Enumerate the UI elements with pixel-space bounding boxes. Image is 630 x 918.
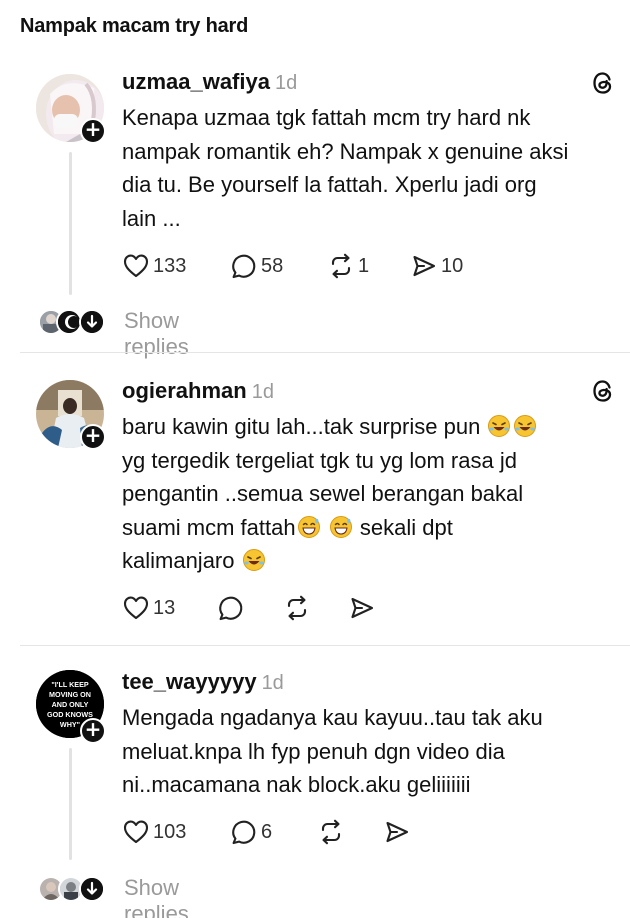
heart-icon	[122, 252, 150, 280]
post-text-segment: suami mcm fattah	[122, 514, 296, 540]
like-button[interactable]: 13	[122, 593, 175, 623]
post-text-line: meluat.knpa lh fyp penuh dgn video dia	[122, 738, 505, 764]
repost-icon	[283, 594, 311, 622]
post-text-line: dia tu. Be yourself la fattah. Xperlu ja…	[122, 172, 537, 197]
repost-icon	[327, 252, 355, 280]
repost-count: 1	[358, 254, 370, 277]
post-text-line: Kenapa uzmaa tgk fattah mcm try hard nk	[122, 105, 531, 130]
post-text-line: nampak romantik eh? Nampak x genuine aks…	[122, 138, 569, 164]
reply-avatar	[79, 876, 105, 902]
heart-icon	[122, 594, 150, 622]
post-text-line: kalimanjaro	[122, 544, 597, 578]
share-icon	[348, 594, 376, 622]
rolling-laughing-emoji	[513, 414, 537, 438]
threads-logo-icon[interactable]	[590, 378, 616, 404]
repost-button[interactable]: 1	[327, 251, 369, 281]
follow-plus-icon[interactable]: +	[80, 718, 106, 744]
post-divider	[20, 352, 630, 353]
comment-button[interactable]: 58	[230, 251, 283, 281]
like-count: 13	[153, 596, 176, 619]
like-count: 133	[153, 254, 187, 277]
thread-line	[69, 748, 72, 860]
post-text-segment: kalimanjaro	[122, 548, 235, 573]
grinning-sweat-emoji	[297, 515, 321, 539]
post-text-line: ni..macamana nak block.aku geliiiiiii	[122, 772, 471, 797]
share-icon	[383, 818, 411, 846]
arrow-down-icon	[81, 311, 103, 333]
username-text[interactable]: tee_wayyyyy	[122, 669, 257, 694]
post-text-line: yg tergedik tergeliat tgk tu yg lom rasa…	[122, 447, 517, 473]
page-title: Nampak macam try hard	[20, 15, 249, 37]
follow-plus-icon[interactable]: +	[80, 424, 106, 450]
repost-button[interactable]	[283, 593, 311, 623]
svg-text:AND ONLY: AND ONLY	[52, 700, 89, 709]
like-button[interactable]: 133	[122, 251, 186, 281]
post-username[interactable]: ogierahman 1d	[122, 378, 274, 404]
threads-logo-icon[interactable]	[590, 70, 616, 96]
comment-icon	[230, 818, 258, 846]
post-text-line: suami mcm fattah sekali dpt	[122, 511, 597, 545]
share-button[interactable]	[348, 593, 376, 623]
post-text-line: pengantin ..semua sewel berangan bakal	[122, 481, 524, 506]
post-username[interactable]: tee_wayyyyy 1d	[122, 669, 284, 695]
follow-plus-icon[interactable]: +	[80, 118, 106, 144]
rolling-laughing-emoji	[242, 548, 266, 572]
share-count: 10	[441, 254, 464, 277]
username-text[interactable]: ogierahman	[122, 378, 247, 403]
share-icon	[410, 252, 438, 280]
share-button[interactable]: 10	[410, 251, 463, 281]
comment-icon	[217, 594, 245, 622]
like-button[interactable]: 103	[122, 817, 186, 847]
share-button[interactable]	[383, 817, 411, 847]
arrow-down-icon	[81, 878, 103, 900]
svg-text:MOVING ON: MOVING ON	[49, 690, 91, 699]
show-replies-link[interactable]: Show replies	[124, 875, 189, 918]
like-count: 103	[153, 820, 187, 843]
comment-button[interactable]: 6	[230, 817, 272, 847]
post-timestamp: 1d	[274, 72, 298, 94]
post-text-line: lain ...	[122, 205, 181, 231]
comment-count: 6	[261, 820, 273, 843]
repost-button[interactable]	[317, 817, 345, 847]
comment-icon	[230, 252, 258, 280]
comment-count: 58	[261, 254, 284, 277]
post-text: Kenapa uzmaa tgk fattah mcm try hard nk …	[122, 101, 597, 235]
rolling-laughing-emoji	[487, 414, 511, 438]
comment-button[interactable]	[217, 593, 245, 623]
post-divider	[20, 645, 630, 646]
post-text-line: Mengada ngadanya kau kayuu..tau tak aku	[122, 705, 543, 730]
post-timestamp: 1d	[261, 672, 284, 694]
post-text-line: baru kawin gitu lah...tak surprise pun	[122, 410, 597, 444]
post-text: baru kawin gitu lah...tak surprise pun y…	[122, 410, 597, 578]
post-text-segment: sekali dpt	[359, 514, 453, 540]
thread-line	[69, 152, 72, 295]
username-text[interactable]: uzmaa_wafiya	[122, 69, 270, 94]
post-text-segment: baru kawin gitu lah...tak surprise pun	[122, 414, 481, 439]
post-username[interactable]: uzmaa_wafiya 1d	[122, 69, 297, 95]
heart-icon	[122, 818, 150, 846]
svg-text:WHY": WHY"	[60, 720, 80, 729]
post-text: Mengada ngadanya kau kayuu..tau tak aku …	[122, 701, 597, 802]
reply-avatar	[79, 309, 105, 335]
repost-icon	[317, 818, 345, 846]
svg-text:"I'LL KEEP: "I'LL KEEP	[51, 680, 89, 689]
grinning-sweat-emoji	[329, 515, 353, 539]
post-timestamp: 1d	[251, 381, 274, 403]
